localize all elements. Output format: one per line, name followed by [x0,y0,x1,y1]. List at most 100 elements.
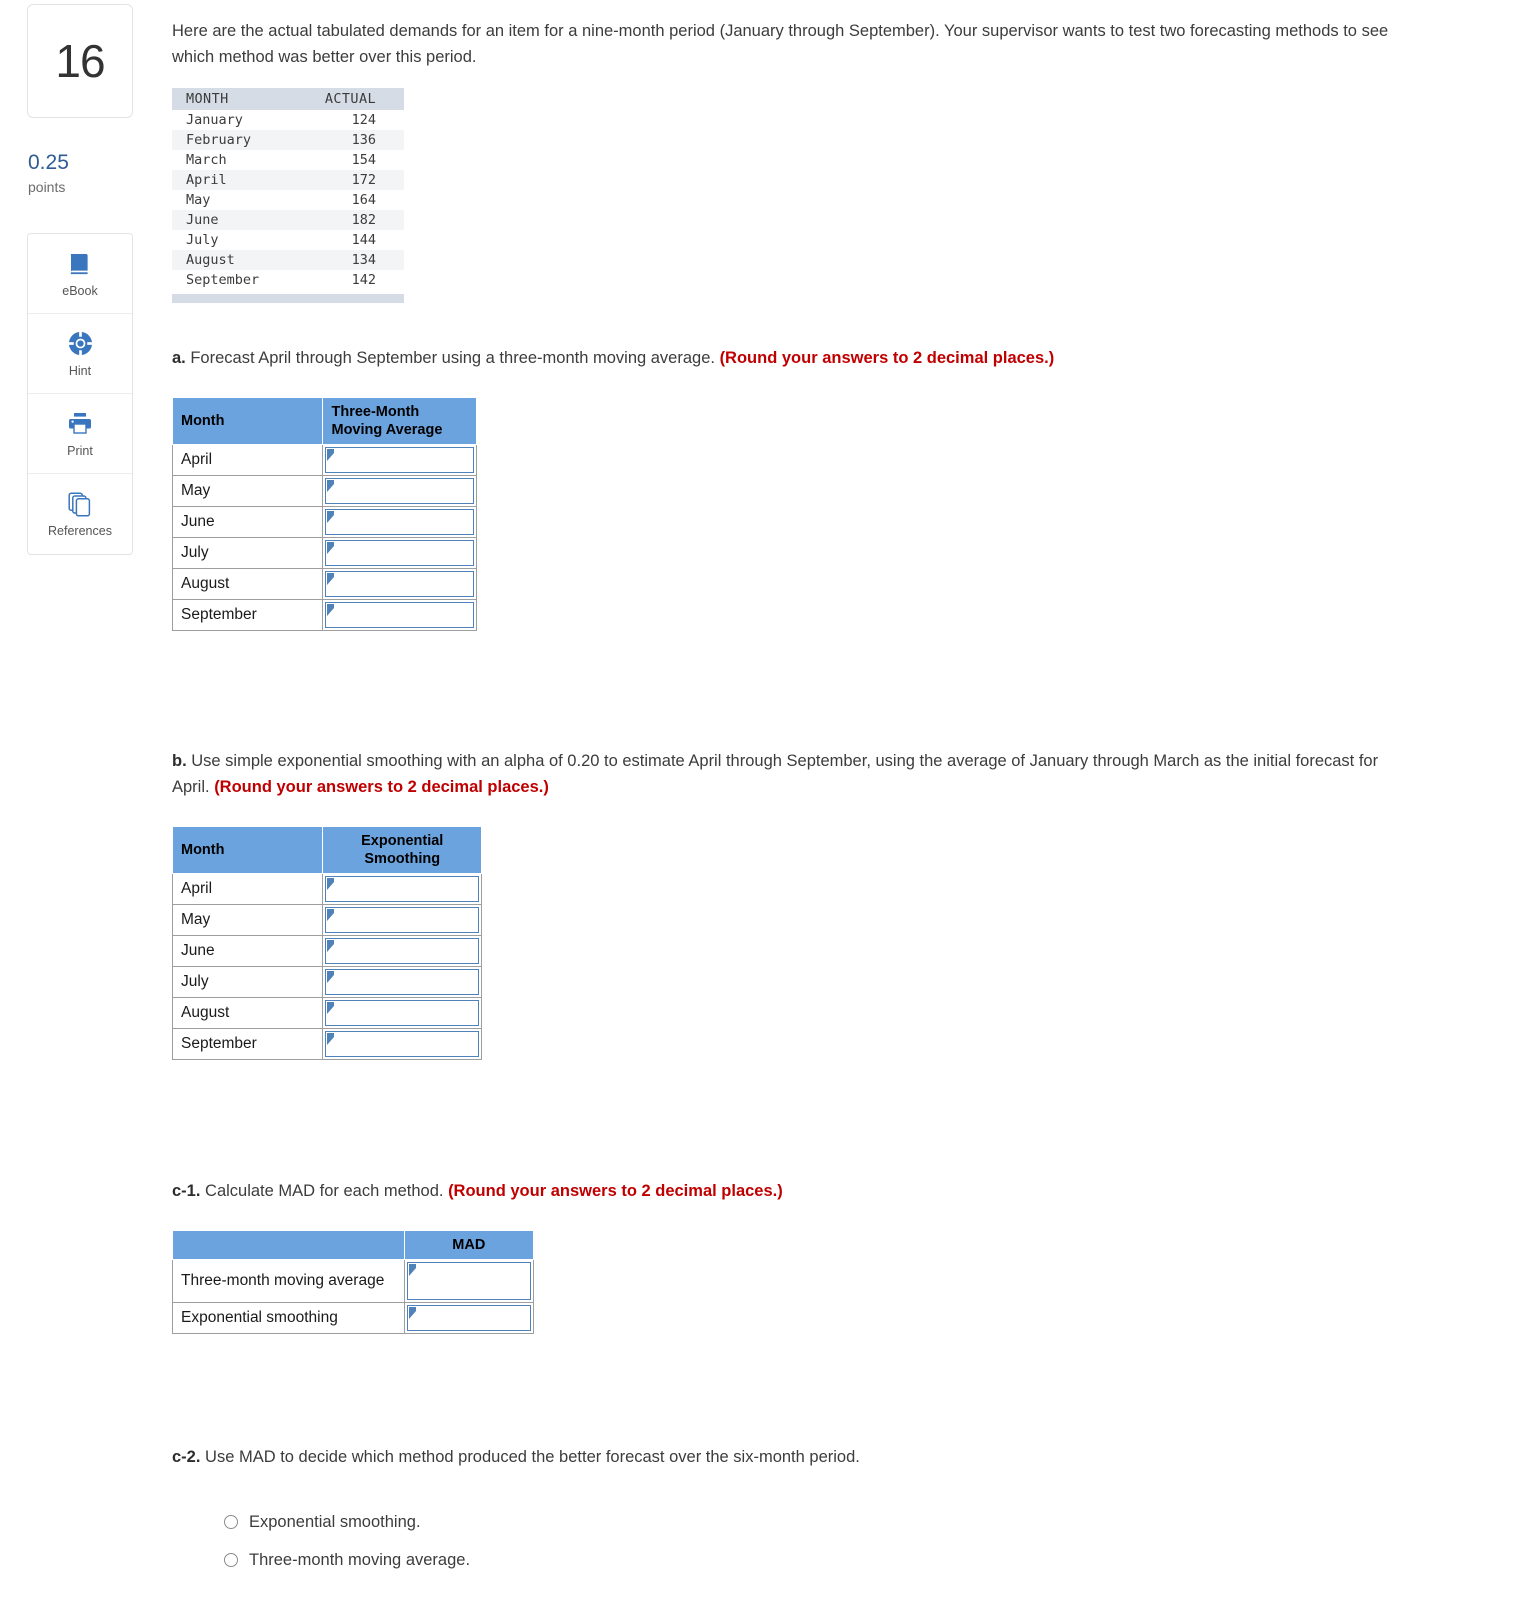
part-b-note: (Round your answers to 2 decimal places.… [214,778,549,796]
part-b-header-value: Exponential Smoothing [322,826,482,874]
part-a-input-april[interactable] [325,447,474,473]
part-a-input-cell[interactable] [322,568,477,600]
part-c1-marker: c-1. [172,1182,201,1200]
points-value: 0.25 [28,151,69,174]
part-b-input-april[interactable] [325,876,479,902]
part-a-input-cell[interactable] [322,444,477,476]
part-a-marker: a. [172,349,186,367]
demand-actual: 182 [351,212,376,228]
hint-label: Hint [68,363,92,378]
demand-month: June [186,212,219,228]
ebook-button[interactable]: eBook [28,234,132,314]
demand-actual: 136 [351,132,376,148]
table-row: March 154 [172,150,404,170]
part-b-input-cell[interactable] [322,1028,482,1060]
demand-month: February [186,132,252,148]
radio-button-icon[interactable] [224,1553,238,1567]
table-row: September [171,1028,482,1060]
part-b-input-cell[interactable] [322,904,482,936]
part-a-input-cell[interactable] [322,537,477,569]
part-c1-input-cell[interactable] [403,1259,535,1303]
radio-option-label: Exponential smoothing. [249,1513,421,1531]
table-row: August 134 [172,250,404,270]
part-b-input-june[interactable] [325,938,479,964]
printer-icon [66,409,94,439]
part-a-input-cell[interactable] [322,599,477,631]
demand-month: March [186,152,227,168]
part-c1-input-moving-average[interactable] [406,1262,531,1300]
table-header-row: MONTH ACTUAL [172,88,404,110]
radio-option-three-month-moving-average[interactable]: Three-month moving average. [224,1548,1492,1572]
part-a-input-september[interactable] [325,602,474,628]
part-c2-marker: c-2. [172,1448,201,1466]
part-b-input-july[interactable] [325,969,479,995]
table-row: July [171,537,477,569]
hint-button[interactable]: Hint [28,314,132,394]
question-body: Here are the actual tabulated demands fo… [171,0,1492,1586]
part-a-answer-table: Month Three-Month Moving Average April M… [171,397,477,631]
part-c1-text: Calculate MAD for each method. [200,1182,449,1200]
part-b-answer-table: Month Exponential Smoothing April May Ju… [171,826,482,1060]
part-b-input-may[interactable] [325,907,479,933]
radio-option-exponential-smoothing[interactable]: Exponential smoothing. [224,1510,1492,1534]
part-b-header-month: Month [171,826,324,874]
part-b-input-cell[interactable] [322,873,482,905]
question-number-box: 16 [27,4,133,118]
question-number: 16 [55,35,105,87]
table-row: August [171,568,477,600]
part-a-input-august[interactable] [325,571,474,597]
part-b-row-label: September [171,1028,324,1060]
demand-month: May [186,192,211,208]
demand-month: September [186,272,260,288]
part-b-input-cell[interactable] [322,997,482,1029]
part-b-row-label: July [171,966,324,998]
table-row: Three-month moving average [172,1259,535,1303]
part-c1-prompt: c-1. Calculate MAD for each method. (Rou… [172,1178,1397,1204]
table-row: July 144 [172,230,404,250]
print-label: Print [67,443,93,458]
part-b-input-september[interactable] [325,1031,479,1057]
part-c1-row-label: Exponential smoothing [172,1302,405,1334]
pages-stack-icon [67,489,93,519]
part-a-input-cell[interactable] [322,506,477,538]
demand-actual: 134 [351,252,376,268]
table-row: September [171,599,477,631]
part-a-row-label: June [171,506,324,538]
part-c2-radio-group: Exponential smoothing. Three-month movin… [224,1510,1492,1572]
tool-buttons-panel: eBook Hint Print References [27,233,133,555]
part-a-input-june[interactable] [325,509,474,535]
part-b-row-label: June [171,935,324,967]
part-b-row-label: August [171,997,324,1029]
demand-actual: 172 [351,172,376,188]
references-button[interactable]: References [28,474,132,554]
part-a-input-cell[interactable] [322,475,477,507]
print-button[interactable]: Print [28,394,132,474]
part-a-header-value: Three-Month Moving Average [322,397,477,445]
part-b-input-cell[interactable] [322,966,482,998]
part-b-row-label: May [171,904,324,936]
radio-button-icon[interactable] [224,1515,238,1529]
table-row: Exponential smoothing [172,1302,535,1334]
part-b-input-august[interactable] [325,1000,479,1026]
part-b-input-cell[interactable] [322,935,482,967]
part-b-prompt: b. Use simple exponential smoothing with… [172,748,1397,800]
demand-actual: 124 [351,112,376,128]
table-row: June [171,935,482,967]
demand-month: August [186,252,235,268]
demand-table-footer-bar [172,294,404,303]
demand-month: July [186,232,219,248]
part-a-input-july[interactable] [325,540,474,566]
part-c2-text: Use MAD to decide which method produced … [200,1448,860,1466]
table-row: June 182 [172,210,404,230]
table-row: September 142 [172,270,404,290]
part-b-marker: b. [172,752,187,770]
points-block: 0.25 points [28,150,148,197]
demand-header-month: MONTH [172,88,290,110]
radio-option-label: Three-month moving average. [249,1551,471,1569]
part-c1-input-cell[interactable] [403,1302,535,1334]
table-row: April [171,444,477,476]
demand-actual: 164 [351,192,376,208]
part-a-row-label: July [171,537,324,569]
part-c1-input-exponential-smoothing[interactable] [406,1305,531,1331]
part-a-input-may[interactable] [325,478,474,504]
